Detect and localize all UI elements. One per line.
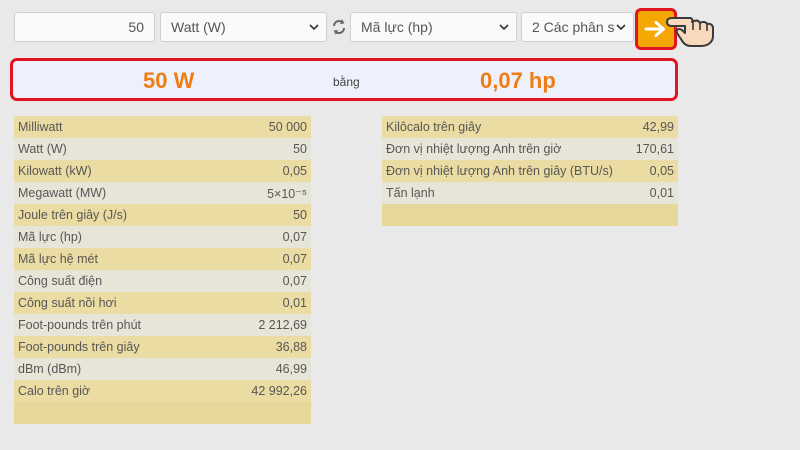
result-to: 0,07 hp	[480, 68, 556, 93]
unit-value: 0,01	[649, 186, 674, 200]
unit-value: 46,99	[275, 362, 307, 376]
unit-name: Calo trên giờ	[18, 384, 91, 398]
table-row: Mã lực (hp) 0,07	[14, 226, 311, 248]
unit-name: Milliwatt	[18, 120, 63, 134]
table-row: Foot-pounds trên giây 36,88	[14, 336, 311, 358]
table-row: Tấn lạnh 0,01	[382, 182, 678, 204]
table-row: Watt (W) 50	[14, 138, 311, 160]
unit-value: 42,99	[642, 120, 674, 134]
table-row: Calo trên giờ 42 992,26	[14, 380, 311, 402]
unit-name: Mã lực (hp)	[18, 230, 82, 244]
decimal-places-value: 2 Các phân s	[532, 19, 615, 35]
unit-name: Kilôcalo trên giây	[386, 120, 482, 134]
table-row-empty	[382, 204, 678, 226]
table-row: Foot-pounds trên phút 2 212,69	[14, 314, 311, 336]
unit-value: 0,01	[282, 296, 307, 310]
unit-name: dBm (dBm)	[18, 362, 82, 376]
unit-value: 0,07	[282, 274, 307, 288]
left-conversion-table: Milliwatt 50 000 Watt (W) 50 Kilowatt (kW) 0,…	[14, 116, 311, 424]
unit-value: 0,05	[649, 164, 674, 178]
right-conversion-table: Kilôcalo trên giây 42,99 Đơn vị nhiệt lượn…	[382, 116, 678, 226]
unit-name: Đơn vị nhiệt lượng Anh trên giờ	[386, 142, 562, 156]
unit-name: Công suất nồi hơi	[18, 296, 117, 310]
unit-name: Joule trên giây (J/s)	[18, 208, 128, 222]
unit-name: Foot-pounds trên phút	[18, 318, 141, 332]
chevron-down-icon	[616, 24, 626, 31]
table-row: Đơn vị nhiệt lượng Anh trên giờ 170,61	[382, 138, 678, 160]
amount-input[interactable]: 50	[14, 12, 155, 42]
unit-name: Watt (W)	[18, 142, 67, 156]
unit-value: 50	[293, 208, 307, 222]
unit-name: Tấn lạnh	[386, 186, 435, 200]
unit-value: 42 992,26	[251, 384, 307, 398]
hand-pointer-icon	[666, 17, 714, 47]
unit-value: 50	[293, 142, 307, 156]
unit-name: Mã lực hệ mét	[18, 252, 98, 266]
to-unit-value: Mã lực (hp)	[361, 19, 433, 35]
decimal-places-select[interactable]: 2 Các phân s	[521, 12, 634, 42]
from-unit-value: Watt (W)	[171, 19, 226, 35]
unit-value: 50 000	[268, 120, 307, 134]
table-row: Kilôcalo trên giây 42,99	[382, 116, 678, 138]
to-unit-select[interactable]: Mã lực (hp)	[350, 12, 517, 42]
swap-button[interactable]	[330, 16, 348, 38]
table-row-empty	[14, 402, 311, 424]
unit-value: 36,88	[275, 340, 307, 354]
chevron-down-icon	[499, 24, 509, 31]
table-row: Công suất điện 0,07	[14, 270, 311, 292]
unit-value: 2 212,69	[258, 318, 307, 332]
unit-value: 0,07	[282, 230, 307, 244]
table-row: Joule trên giây (J/s) 50	[14, 204, 311, 226]
table-row: Megawatt (MW) 5×10⁻⁵	[14, 182, 311, 204]
table-row: Đơn vị nhiệt lượng Anh trên giây (BTU/s)…	[382, 160, 678, 182]
amount-value: 50	[128, 19, 144, 35]
unit-name: Đơn vị nhiệt lượng Anh trên giây (BTU/s)	[386, 164, 613, 178]
swap-icon	[333, 19, 345, 35]
unit-name: Megawatt (MW)	[18, 186, 107, 200]
unit-name: Công suất điện	[18, 274, 103, 288]
table-row: Milliwatt 50 000	[14, 116, 311, 138]
from-unit-select[interactable]: Watt (W)	[160, 12, 327, 42]
unit-value: 0,07	[282, 252, 307, 266]
table-row: Kilowatt (kW) 0,05	[14, 160, 311, 182]
chevron-down-icon	[309, 24, 319, 31]
conversion-result-banner: 50 W bằng 0,07 hp	[10, 58, 678, 101]
result-equals-label: bằng	[333, 75, 360, 89]
table-row: Công suất nồi hơi 0,01	[14, 292, 311, 314]
unit-value: 170,61	[635, 142, 674, 156]
unit-value: 0,05	[282, 164, 307, 178]
table-row: Mã lực hệ mét 0,07	[14, 248, 311, 270]
table-row: dBm (dBm) 46,99	[14, 358, 311, 380]
unit-name: Kilowatt (kW)	[18, 164, 92, 178]
unit-value: 5×10⁻⁵	[267, 186, 307, 201]
converter-page: 50 Watt (W) Mã lực (hp) 2 Các phân s 50 …	[0, 0, 800, 450]
unit-name: Foot-pounds trên giây	[18, 340, 140, 354]
result-from: 50 W	[143, 68, 195, 93]
